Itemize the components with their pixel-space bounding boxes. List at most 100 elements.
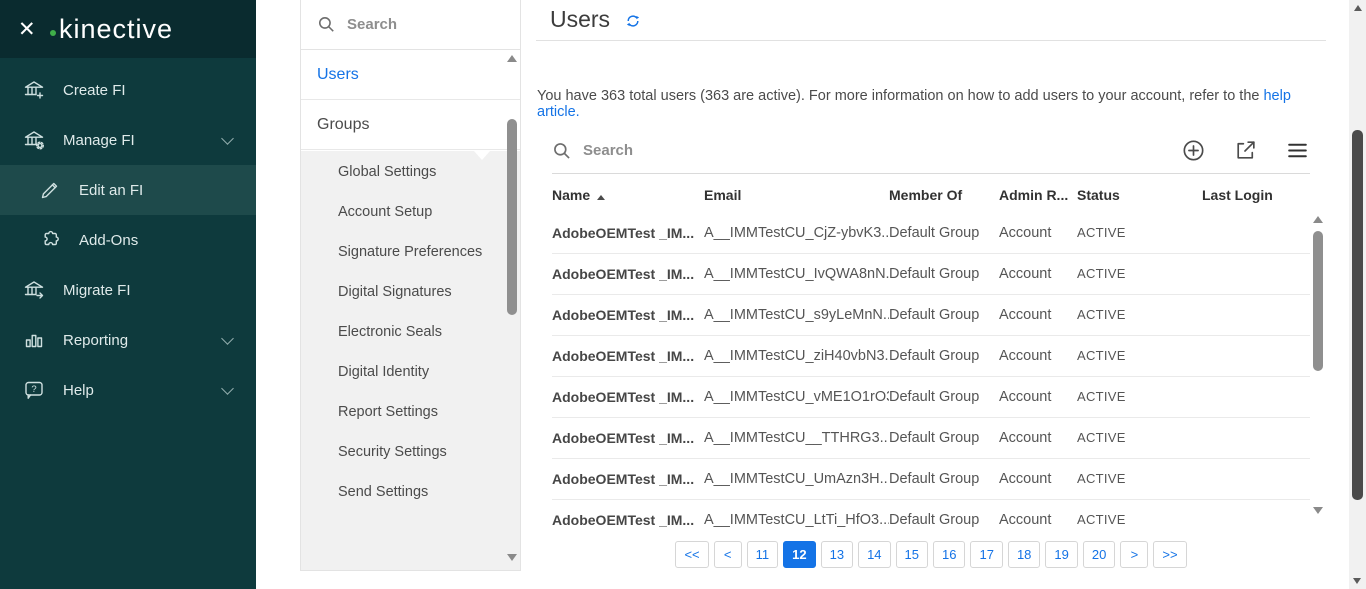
chevron-down-icon bbox=[221, 331, 234, 345]
sidebar-item-label: Reporting bbox=[63, 331, 129, 349]
scrollbar-thumb[interactable] bbox=[1352, 130, 1363, 500]
page-button[interactable]: 12 bbox=[783, 541, 816, 568]
table-row[interactable]: AdobeOEMTest _IM... A__IMMTestCU_s9yLeMn… bbox=[552, 295, 1310, 336]
cell-last-login bbox=[1202, 500, 1310, 527]
cell-name: AdobeOEMTest _IM... bbox=[552, 430, 695, 446]
table-body: AdobeOEMTest _IM... A__IMMTestCU_CjZ-ybv… bbox=[552, 213, 1310, 527]
cell-last-login bbox=[1202, 336, 1310, 376]
sidebar-item-label: Create FI bbox=[63, 81, 126, 99]
cell-email: A__IMMTestCU_LtTi_HfO3... bbox=[704, 512, 889, 527]
cell-member-of: Default Group bbox=[889, 430, 980, 446]
table-row[interactable]: AdobeOEMTest _IM... A__IMMTestCU_LtTi_Hf… bbox=[552, 500, 1310, 527]
cell-status: ACTIVE bbox=[1077, 348, 1126, 363]
column-header-member-of[interactable]: Member Of bbox=[889, 180, 999, 212]
table-row[interactable]: AdobeOEMTest _IM... A__IMMTestCU_vME1O1r… bbox=[552, 377, 1310, 418]
cell-status: ACTIVE bbox=[1077, 266, 1126, 281]
main-content: Users You have 363 total users (363 are … bbox=[536, 0, 1326, 589]
column-header-status[interactable]: Status bbox=[1077, 180, 1202, 212]
page-button[interactable]: 13 bbox=[820, 541, 854, 568]
page-button[interactable]: > bbox=[1120, 541, 1149, 568]
table-search-input[interactable] bbox=[583, 142, 883, 159]
menu-icon[interactable] bbox=[1285, 138, 1310, 163]
submenu-notch bbox=[474, 151, 490, 160]
sidebar-item-migrate-fi[interactable]: Migrate FI bbox=[0, 265, 256, 315]
column-header-admin-roles[interactable]: Admin R... bbox=[999, 180, 1077, 212]
close-icon[interactable]: ✕ bbox=[18, 19, 44, 40]
page-button[interactable]: 19 bbox=[1045, 541, 1078, 568]
page-button[interactable]: 14 bbox=[858, 541, 891, 568]
page-button[interactable]: < bbox=[713, 541, 742, 568]
page-button[interactable]: 18 bbox=[1007, 541, 1041, 568]
scrollbar-thumb[interactable] bbox=[1313, 231, 1323, 371]
settings-subitem[interactable]: Security Settings bbox=[301, 432, 520, 472]
table-row[interactable]: AdobeOEMTest _IM... A__IMMTestCU_ziH40vb… bbox=[552, 336, 1310, 377]
settings-item-label: Groups bbox=[317, 116, 370, 133]
table-toolbar bbox=[552, 128, 1310, 174]
title-row: Users bbox=[536, 0, 1326, 41]
sidebar-header: ✕ kinective bbox=[0, 0, 256, 58]
bank-plus-icon bbox=[22, 78, 46, 102]
settings-subitem[interactable]: Signature Preferences bbox=[301, 232, 520, 272]
cell-email: A__IMMTestCU_UmAzn3H... bbox=[704, 471, 889, 487]
cell-status: ACTIVE bbox=[1077, 225, 1126, 240]
page-button[interactable]: 11 bbox=[746, 541, 779, 568]
refresh-icon[interactable] bbox=[625, 13, 641, 34]
table-row[interactable]: AdobeOEMTest _IM... A__IMMTestCU_UmAzn3H… bbox=[552, 459, 1310, 500]
cell-admin-roles: Account bbox=[999, 266, 1052, 282]
user-count-info: You have 363 total users (363 are active… bbox=[537, 88, 1326, 120]
scroll-down-arrow-icon[interactable] bbox=[1353, 578, 1361, 584]
cell-admin-roles: Account bbox=[999, 389, 1052, 405]
table-header: Name Email Member Of Admin R... Status L… bbox=[552, 180, 1310, 212]
page-button[interactable]: >> bbox=[1153, 541, 1187, 568]
settings-subitem[interactable]: Digital Signatures bbox=[301, 272, 520, 312]
account-settings-submenu: Global Settings Account Setup Signature Pr… bbox=[301, 151, 520, 570]
page-button[interactable]: 15 bbox=[895, 541, 929, 568]
add-user-icon[interactable] bbox=[1181, 138, 1206, 163]
cell-last-login bbox=[1202, 213, 1310, 253]
sidebar-item-create-fi[interactable]: Create FI bbox=[0, 65, 256, 115]
settings-item-groups[interactable]: Groups bbox=[301, 100, 520, 150]
page-button[interactable]: 17 bbox=[970, 541, 1003, 568]
table-row[interactable]: AdobeOEMTest _IM... A__IMMTestCU__TTHRG3… bbox=[552, 418, 1310, 459]
column-header-last-login[interactable]: Last Login bbox=[1202, 180, 1310, 212]
cell-member-of: Default Group bbox=[889, 266, 980, 282]
scroll-up-arrow-icon[interactable] bbox=[507, 55, 517, 62]
scrollbar-thumb[interactable] bbox=[507, 119, 517, 315]
table-row[interactable]: AdobeOEMTest _IM... A__IMMTestCU_CjZ-ybv… bbox=[552, 213, 1310, 254]
sidebar-item-manage-fi[interactable]: Manage FI bbox=[0, 115, 256, 165]
logo-dot-icon bbox=[50, 30, 56, 36]
puzzle-icon bbox=[38, 228, 62, 252]
scroll-up-arrow-icon[interactable] bbox=[1313, 216, 1323, 223]
sidebar-item-reporting[interactable]: Reporting bbox=[0, 315, 256, 365]
cell-status: ACTIVE bbox=[1077, 389, 1126, 404]
sidebar-item-add-ons[interactable]: Add-Ons bbox=[0, 215, 256, 265]
scroll-up-arrow-icon[interactable] bbox=[1353, 5, 1362, 11]
settings-item-users[interactable]: Users bbox=[301, 50, 520, 100]
sidebar-item-label: Edit an FI bbox=[79, 181, 144, 199]
toolbar-icons bbox=[1181, 138, 1310, 163]
sidebar-item-help[interactable]: ? Help bbox=[0, 365, 256, 415]
export-icon[interactable] bbox=[1233, 138, 1258, 163]
table-row[interactable]: AdobeOEMTest _IM... A__IMMTestCU_IvQWA8n… bbox=[552, 254, 1310, 295]
page-button[interactable]: << bbox=[675, 541, 709, 568]
settings-subitem[interactable]: Report Settings bbox=[301, 392, 520, 432]
app-root: ✕ kinective Create FI Manage FI Edit an … bbox=[0, 0, 1366, 589]
scroll-down-arrow-icon[interactable] bbox=[1313, 507, 1323, 514]
column-header-email[interactable]: Email bbox=[704, 180, 889, 212]
cell-email: A__IMMTestCU_vME1O1rO3... bbox=[704, 389, 889, 405]
scroll-down-arrow-icon[interactable] bbox=[507, 554, 517, 561]
pencil-icon bbox=[38, 178, 62, 202]
settings-subitem[interactable]: Digital Identity bbox=[301, 352, 520, 392]
kinective-logo: kinective bbox=[44, 14, 173, 45]
sidebar-item-edit-an-fi[interactable]: Edit an FI bbox=[0, 165, 256, 215]
cell-admin-roles: Account bbox=[999, 512, 1052, 527]
settings-subitem[interactable]: Account Setup bbox=[301, 192, 520, 232]
settings-subitem[interactable]: Electronic Seals bbox=[301, 312, 520, 352]
column-header-name[interactable]: Name bbox=[552, 180, 704, 212]
cell-admin-roles: Account bbox=[999, 471, 1052, 487]
settings-subitem[interactable]: Send Settings bbox=[301, 472, 520, 512]
page-button[interactable]: 20 bbox=[1082, 541, 1116, 568]
page-button[interactable]: 16 bbox=[933, 541, 966, 568]
settings-search-input[interactable] bbox=[347, 16, 487, 33]
chevron-down-icon bbox=[221, 381, 234, 395]
